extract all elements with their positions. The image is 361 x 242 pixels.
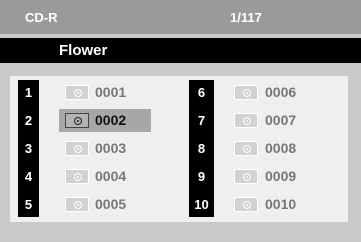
source-label: CD-R [25, 10, 58, 25]
track-number: 7 [197, 113, 206, 128]
track-name: 0007 [265, 112, 297, 128]
track-name: 0008 [265, 140, 297, 156]
disc-glyph [243, 201, 251, 209]
track-number: 6 [197, 85, 206, 100]
disc-icon [234, 169, 258, 184]
track-number: 8 [197, 141, 206, 156]
disc-glyph [243, 173, 251, 181]
folder-title: Flower [59, 42, 108, 59]
cd-player-screen: CD-R 1/117 Flower 1 0001 2 0002 3 0003 4 0004 5 0… [0, 0, 361, 242]
disc-glyph [243, 117, 251, 125]
track-name: 0006 [265, 84, 297, 100]
disc-glyph [243, 89, 251, 97]
disc-icon [234, 85, 258, 100]
track-list-panel: 1 0001 2 0002 3 0003 4 0004 5 0005 6 0006 7 0007 8 0008… [10, 76, 348, 222]
track-item-9[interactable]: 9 0009 [10, 164, 348, 189]
disc-glyph [243, 145, 251, 153]
page-indicator: 1/117 [230, 10, 262, 25]
track-item-7[interactable]: 7 0007 [10, 108, 348, 133]
disc-icon [234, 197, 258, 212]
track-number: 9 [197, 169, 206, 184]
track-item-8[interactable]: 8 0008 [10, 136, 348, 161]
track-number: 10 [194, 197, 209, 212]
track-item-10[interactable]: 10 0010 [10, 192, 348, 217]
folder-title-bar: Flower [0, 38, 361, 63]
track-name: 0009 [265, 168, 297, 184]
track-name: 0010 [265, 196, 297, 212]
disc-icon [234, 141, 258, 156]
track-item-6[interactable]: 6 0006 [10, 80, 348, 105]
disc-icon [234, 113, 258, 128]
status-bar: CD-R 1/117 [0, 0, 361, 34]
